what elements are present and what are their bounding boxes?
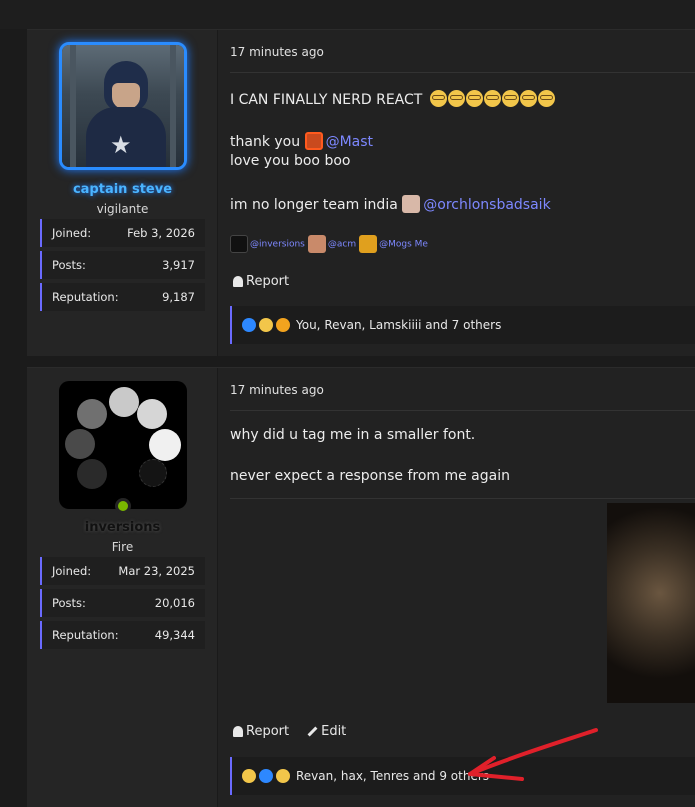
laugh-reaction-icon xyxy=(242,769,256,783)
laugh-reaction-icon xyxy=(259,318,273,332)
online-status-indicator xyxy=(115,498,131,514)
report-button[interactable]: Report xyxy=(233,724,289,739)
avatar-image: ★ xyxy=(62,45,184,167)
post-timestamp[interactable]: 17 minutes ago xyxy=(230,45,324,59)
report-button[interactable]: Report xyxy=(233,274,289,289)
star-icon: ★ xyxy=(110,131,132,159)
top-bar xyxy=(0,0,695,29)
stat-label: Joined: xyxy=(52,564,92,578)
divider xyxy=(230,410,695,411)
bell-icon xyxy=(233,726,243,737)
user-title: vigilante xyxy=(96,202,149,216)
divider xyxy=(230,72,695,73)
post-timestamp[interactable]: 17 minutes ago xyxy=(230,383,324,397)
stat-value: Mar 23, 2025 xyxy=(118,564,195,578)
stat-value: 9,187 xyxy=(162,290,195,304)
message-line: I CAN FINALLY NERD REACT xyxy=(230,90,556,108)
stat-reputation: Reputation: 49,344 xyxy=(40,621,205,649)
mention-link[interactable]: @orchlonsbadsaik xyxy=(423,197,550,213)
tag-item[interactable]: @acm xyxy=(307,235,356,253)
stat-label: Posts: xyxy=(52,258,86,272)
mention-link[interactable]: @Mast xyxy=(326,134,373,150)
like-reaction-icon xyxy=(259,769,273,783)
stat-joined: Joined: Feb 3, 2026 xyxy=(40,219,205,247)
message-line: love you boo boo xyxy=(230,153,351,169)
edit-button[interactable]: Edit xyxy=(307,724,346,739)
stat-posts: Posts: 20,016 xyxy=(40,589,205,617)
stat-label: Reputation: xyxy=(52,290,119,304)
attached-image[interactable] xyxy=(607,503,695,703)
post-content: 17 minutes ago why did u tag me in a sma… xyxy=(219,368,695,807)
mention-avatar xyxy=(402,195,421,213)
post-actions: Report xyxy=(233,274,289,289)
message-text: I CAN FINALLY NERD REACT xyxy=(230,92,423,108)
nerd-emoji-icon xyxy=(429,90,556,108)
post: ★ captain steve vigilante Joined: Feb 3,… xyxy=(27,29,695,356)
like-reaction-icon xyxy=(242,318,256,332)
message-line: never expect a response from me again xyxy=(230,468,510,484)
message-line: im no longer team india @orchlonsbadsaik xyxy=(230,195,551,213)
message-text: im no longer team india xyxy=(230,197,398,213)
avatar[interactable] xyxy=(59,381,187,509)
user-title: Fire xyxy=(111,540,134,554)
stat-value: 20,016 xyxy=(154,596,195,610)
username[interactable]: inversions xyxy=(27,520,218,535)
stat-label: Joined: xyxy=(52,226,92,240)
stat-value: 49,344 xyxy=(154,628,195,642)
star-eyes-reaction-icon xyxy=(276,318,290,332)
avatar[interactable]: ★ xyxy=(59,42,187,170)
pencil-icon xyxy=(307,726,318,737)
user-panel: inversions Fire Joined: Mar 23, 2025 Pos… xyxy=(27,368,218,807)
stat-label: Posts: xyxy=(52,596,86,610)
message-text: thank you xyxy=(230,134,301,150)
tag-item[interactable]: @inversions xyxy=(230,235,305,253)
post-actions: Report Edit xyxy=(233,724,346,739)
stat-reputation: Reputation: 9,187 xyxy=(40,283,205,311)
stat-posts: Posts: 3,917 xyxy=(40,251,205,279)
tag-item[interactable]: @Mogs Me xyxy=(359,235,428,253)
message-line: thank you @Mast xyxy=(230,132,373,150)
reactions-text[interactable]: You, Revan, Lamskiiii and 7 others xyxy=(296,318,501,332)
mention-avatar xyxy=(304,132,323,150)
stat-value: Feb 3, 2026 xyxy=(127,226,195,240)
sunglasses-reaction-icon xyxy=(276,769,290,783)
tag-list: @inversions @acm @Mogs Me xyxy=(230,235,428,253)
divider xyxy=(230,498,695,499)
bell-icon xyxy=(233,276,243,287)
username[interactable]: captain steve xyxy=(27,182,218,197)
reactions-bar[interactable]: You, Revan, Lamskiiii and 7 others xyxy=(230,306,695,344)
stat-label: Reputation: xyxy=(52,628,119,642)
user-panel: ★ captain steve vigilante Joined: Feb 3,… xyxy=(27,30,218,356)
post-content: 17 minutes ago I CAN FINALLY NERD REACT … xyxy=(219,30,695,356)
stat-joined: Joined: Mar 23, 2025 xyxy=(40,557,205,585)
message-line: why did u tag me in a smaller font. xyxy=(230,427,476,443)
red-arrow-annotation xyxy=(468,728,598,781)
stat-value: 3,917 xyxy=(162,258,195,272)
